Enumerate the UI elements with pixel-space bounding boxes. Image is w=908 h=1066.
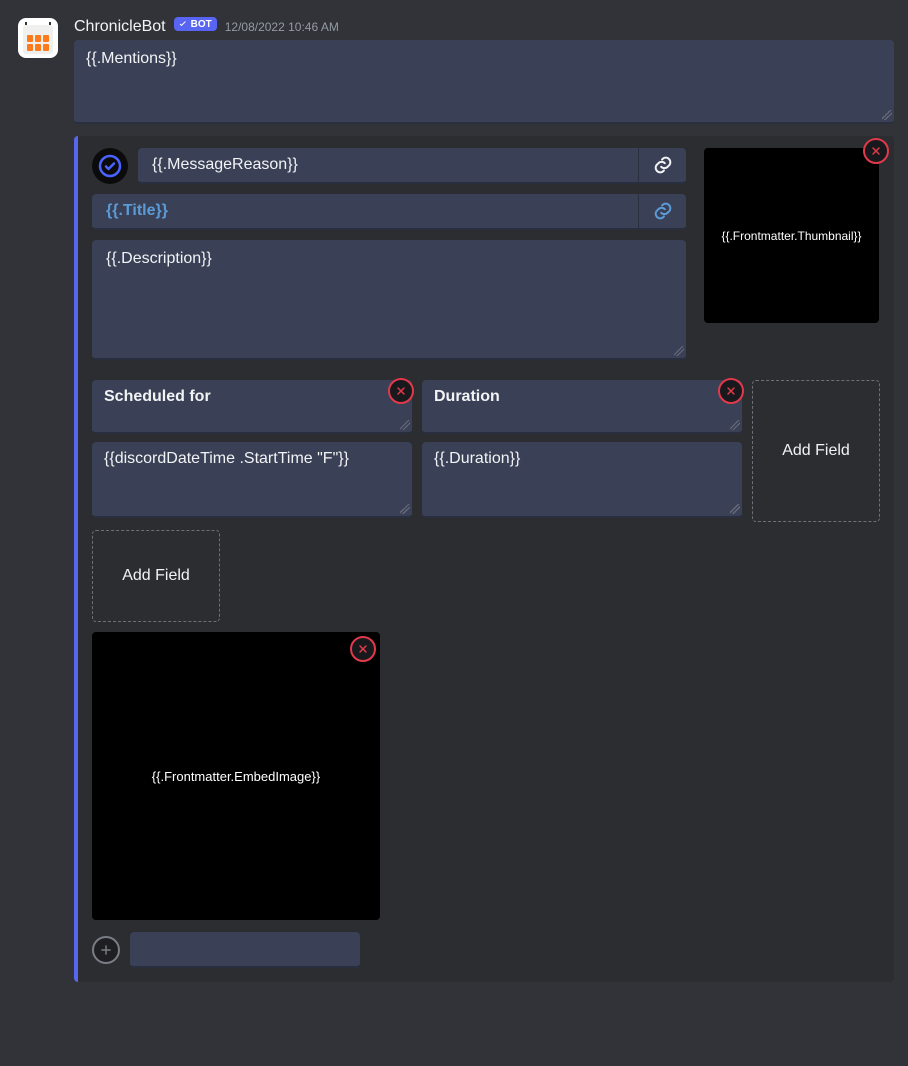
- author-row: {{.MessageReason}}: [92, 148, 686, 184]
- field-2: Duration {{.Duration}}: [422, 380, 742, 522]
- message-header: ChronicleBot BOT 12/08/2022 10:46 AM: [74, 18, 892, 36]
- thumbnail-image[interactable]: {{.Frontmatter.Thumbnail}}: [704, 148, 879, 323]
- add-field-button-2[interactable]: Add Field: [92, 530, 220, 622]
- footer-text-input[interactable]: [130, 932, 360, 968]
- description-text: {{.Description}}: [106, 250, 212, 267]
- footer-row: [92, 932, 880, 968]
- author-icon-button[interactable]: [92, 148, 128, 184]
- resize-handle-icon[interactable]: [674, 346, 684, 356]
- field-2-value-input[interactable]: {{.Duration}}: [422, 442, 742, 518]
- field-2-name-text: Duration: [434, 388, 500, 405]
- field-1: Scheduled for {{discordDateTime .StartTi…: [92, 380, 412, 522]
- timestamp: 12/08/2022 10:46 AM: [225, 20, 339, 34]
- resize-handle-icon[interactable]: [882, 110, 892, 120]
- close-icon: [395, 385, 407, 397]
- field-2-name-input[interactable]: Duration: [422, 380, 742, 434]
- verified-check-icon: [177, 18, 189, 30]
- author-text: {{.MessageReason}}: [138, 148, 638, 182]
- close-icon: [725, 385, 737, 397]
- fields-row: Scheduled for {{discordDateTime .StartTi…: [92, 380, 880, 522]
- author-input[interactable]: {{.MessageReason}}: [138, 148, 686, 184]
- message: ChronicleBot BOT 12/08/2022 10:46 AM {{.…: [0, 0, 908, 994]
- check-circle-icon: [98, 154, 122, 178]
- content-text: {{.Mentions}}: [86, 50, 177, 67]
- image-delete-button[interactable]: [350, 636, 376, 662]
- field-1-name-input[interactable]: Scheduled for: [92, 380, 412, 434]
- author-url-button[interactable]: [638, 148, 686, 182]
- add-field-button[interactable]: Add Field: [752, 380, 880, 522]
- field-2-value-text: {{.Duration}}: [434, 450, 520, 467]
- embed-image-label: {{.Frontmatter.EmbedImage}}: [152, 769, 320, 784]
- bot-tag-label: BOT: [191, 19, 212, 30]
- field-1-value-text: {{discordDateTime .StartTime "F"}}: [104, 450, 349, 467]
- link-icon: [652, 154, 674, 176]
- resize-handle-icon[interactable]: [400, 504, 410, 514]
- bot-name: ChronicleBot: [74, 18, 166, 36]
- footer-icon-button[interactable]: [92, 936, 120, 964]
- description-input[interactable]: {{.Description}}: [92, 240, 686, 360]
- content-input[interactable]: {{.Mentions}}: [74, 40, 894, 124]
- plus-icon: [99, 943, 113, 957]
- title-text: {{.Title}}: [92, 194, 638, 228]
- title-url-button[interactable]: [638, 194, 686, 228]
- thumbnail-label: {{.Frontmatter.Thumbnail}}: [721, 229, 861, 243]
- title-input[interactable]: {{.Title}}: [92, 194, 686, 230]
- close-icon: [357, 643, 369, 655]
- embed: {{.MessageReason}} {{.Title}}: [74, 136, 894, 982]
- embed-image[interactable]: {{.Frontmatter.EmbedImage}}: [92, 632, 380, 920]
- field-1-value-input[interactable]: {{discordDateTime .StartTime "F"}}: [92, 442, 412, 518]
- resize-handle-icon[interactable]: [730, 420, 740, 430]
- field-2-delete-button[interactable]: [718, 378, 744, 404]
- link-icon: [652, 200, 674, 222]
- resize-handle-icon[interactable]: [730, 504, 740, 514]
- add-field-label-2: Add Field: [122, 567, 190, 585]
- bot-tag: BOT: [174, 17, 217, 31]
- close-icon: [870, 145, 882, 157]
- field-1-name-text: Scheduled for: [104, 388, 211, 405]
- field-1-delete-button[interactable]: [388, 378, 414, 404]
- add-field-label: Add Field: [782, 442, 850, 460]
- calendar-icon: [22, 21, 54, 55]
- resize-handle-icon[interactable]: [400, 420, 410, 430]
- thumbnail-delete-button[interactable]: [863, 138, 889, 164]
- bot-avatar: [18, 18, 58, 58]
